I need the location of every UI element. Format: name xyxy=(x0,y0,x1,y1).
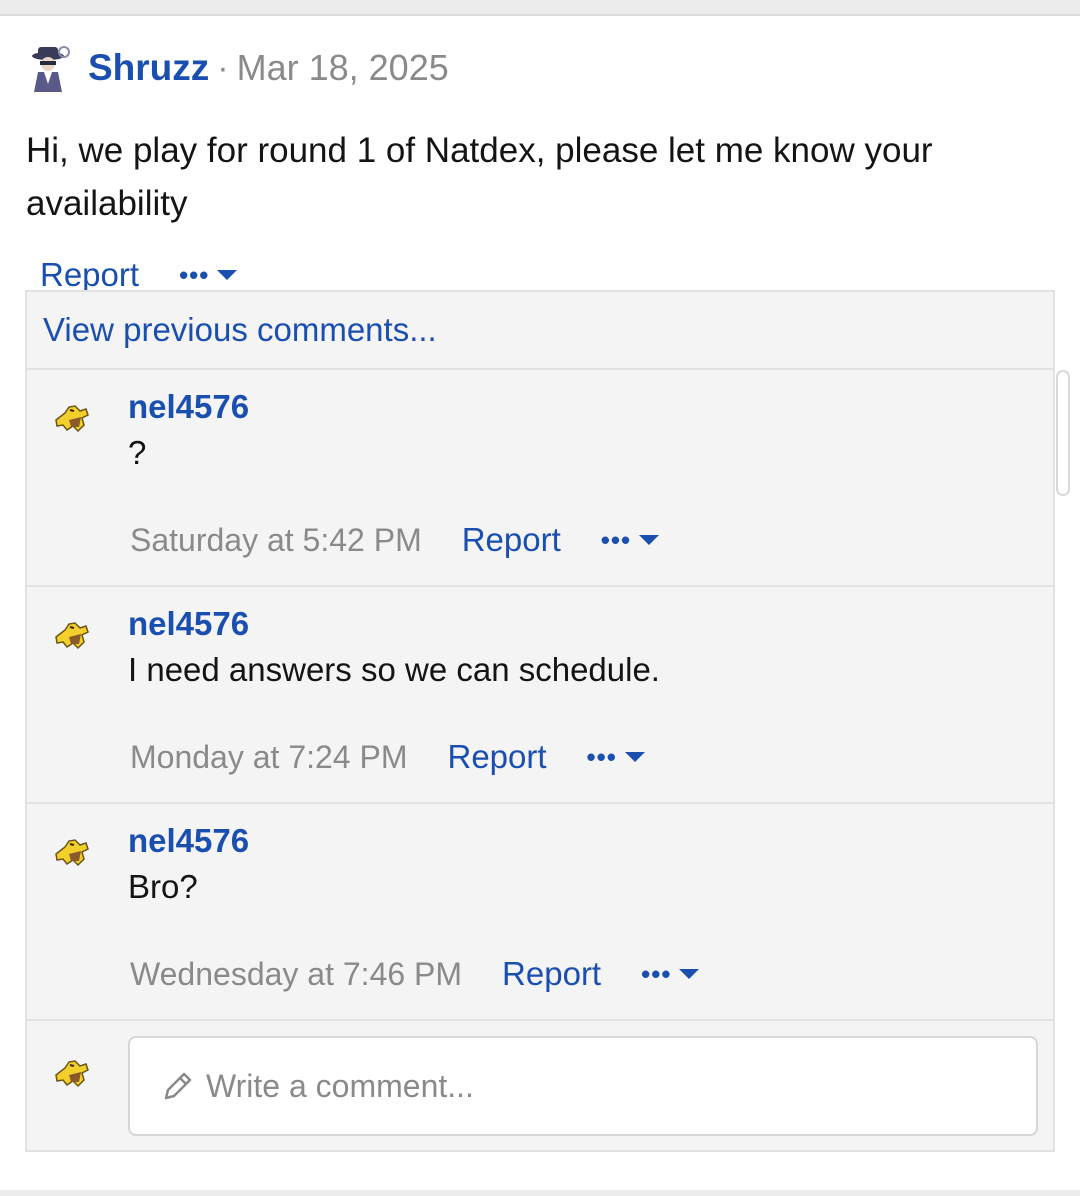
comment-item: nel4576 Bro? Wednesday at 7:46 PM Report… xyxy=(27,804,1053,1021)
pencil-icon xyxy=(164,1072,192,1100)
abra-avatar-icon[interactable] xyxy=(53,834,91,868)
ellipsis-icon: ••• xyxy=(600,524,632,555)
comment-text: Bro? xyxy=(128,868,198,905)
write-comment-row: Write a comment... xyxy=(27,1021,1053,1151)
comment-time[interactable]: Monday at 7:24 PM xyxy=(130,739,407,776)
view-previous-comments-label[interactable]: View previous comments... xyxy=(43,311,437,349)
comment-report-link[interactable]: Report xyxy=(462,521,561,559)
comment-author-link[interactable]: nel4576 xyxy=(128,605,249,643)
ellipsis-icon: ••• xyxy=(586,741,617,772)
comment-report-link[interactable]: Report xyxy=(502,955,601,993)
caret-down-icon xyxy=(624,752,645,762)
ellipsis-icon: ••• xyxy=(641,958,672,989)
header-separator: · xyxy=(217,48,229,87)
comment-time[interactable]: Wednesday at 7:46 PM xyxy=(130,956,462,993)
comments-panel: View previous comments... nel4576 ? Satu… xyxy=(25,290,1055,1152)
comment-meta: Monday at 7:24 PM Report ••• xyxy=(130,735,645,779)
comment-more-menu[interactable]: ••• xyxy=(641,958,700,990)
post-author-link[interactable]: Shruzz xyxy=(88,47,209,89)
comment-more-menu[interactable]: ••• xyxy=(587,742,645,773)
write-comment-input[interactable]: Write a comment... xyxy=(128,1036,1038,1136)
comment-meta: Saturday at 5:42 PM Report ••• xyxy=(130,518,660,562)
comment-time[interactable]: Saturday at 5:42 PM xyxy=(130,522,422,559)
scrollbar[interactable] xyxy=(1056,370,1070,496)
post-report-link[interactable]: Report xyxy=(40,256,139,294)
comment-author-link[interactable]: nel4576 xyxy=(128,388,249,426)
abra-avatar-icon[interactable] xyxy=(53,617,91,651)
post-header: Shruzz · Mar 18, 2025 xyxy=(26,42,449,94)
comment-item: nel4576 ? Saturday at 5:42 PM Report ••• xyxy=(27,370,1053,587)
comment-text: I need answers so we can schedule. xyxy=(128,651,660,688)
write-comment-placeholder: Write a comment... xyxy=(206,1067,474,1104)
abra-avatar-icon xyxy=(55,1060,89,1088)
abra-avatar-icon[interactable] xyxy=(53,400,91,434)
post-more-menu[interactable]: ••• xyxy=(179,259,238,291)
comment-author-link[interactable]: nel4576 xyxy=(128,822,249,860)
post-date[interactable]: Mar 18, 2025 xyxy=(237,47,449,89)
comment-text: ? xyxy=(128,434,147,471)
caret-down-icon xyxy=(679,969,700,979)
comment-meta: Wednesday at 7:46 PM Report ••• xyxy=(130,952,700,996)
caret-down-icon xyxy=(639,535,660,545)
comment-report-link[interactable]: Report xyxy=(447,738,546,776)
caret-down-icon xyxy=(217,270,238,280)
detective-avatar-icon[interactable] xyxy=(26,44,74,92)
post-body: Hi, we play for round 1 of Natdex, pleas… xyxy=(26,131,933,223)
comment-item: nel4576 I need answers so we can schedul… xyxy=(27,587,1053,804)
view-previous-comments[interactable]: View previous comments... xyxy=(27,292,1053,370)
comment-more-menu[interactable]: ••• xyxy=(600,524,660,556)
ellipsis-icon: ••• xyxy=(179,259,210,290)
